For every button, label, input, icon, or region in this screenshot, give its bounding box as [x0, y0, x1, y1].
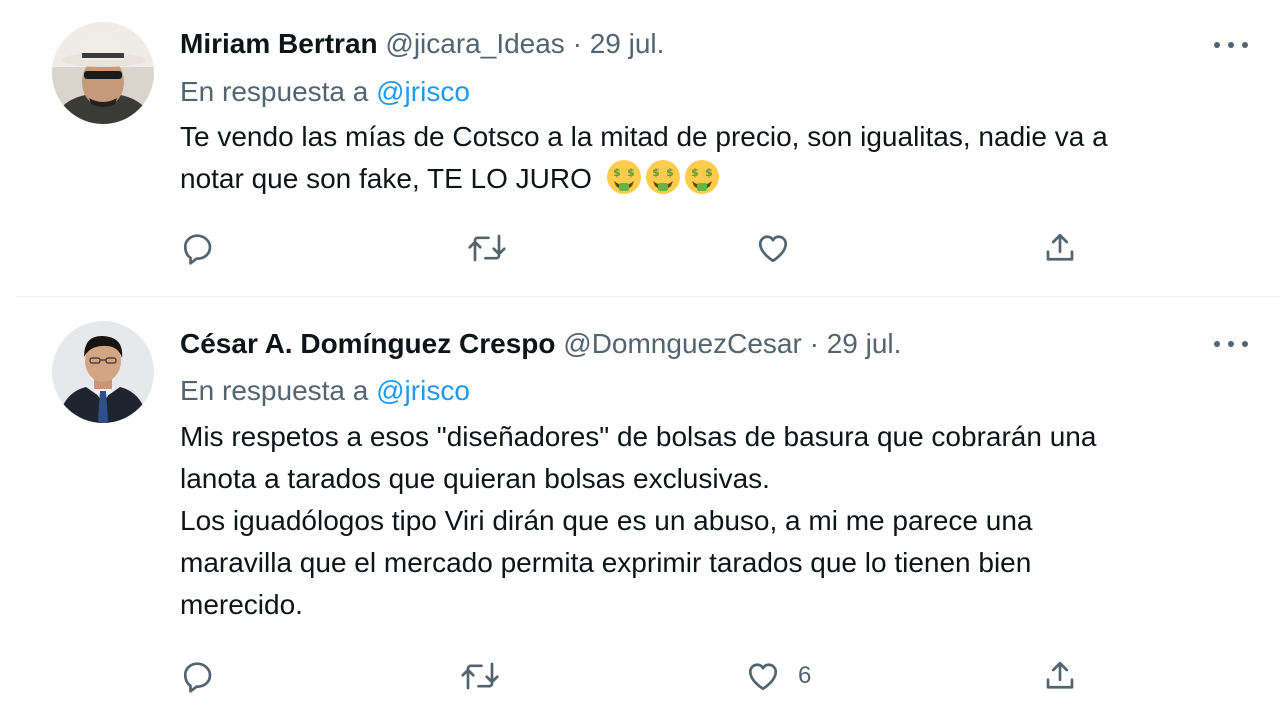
share-icon — [1046, 233, 1074, 261]
reply-icon — [183, 662, 212, 693]
retweet-icon — [468, 234, 506, 262]
reply-icon — [183, 234, 212, 265]
more-options-icon[interactable] — [1214, 38, 1248, 52]
money-mouth-face-icon: $ $ — [606, 160, 641, 194]
author-handle[interactable]: @jicara_Ideas — [385, 28, 564, 59]
reply-prefix: En respuesta a — [180, 76, 369, 107]
share-button[interactable] — [1042, 656, 1078, 696]
tweet-text-line: Mis respetos a esos "diseñadores" de bol… — [180, 421, 1097, 452]
author-handle[interactable]: @DomnguezCesar — [563, 328, 802, 359]
reply-button[interactable] — [180, 656, 216, 696]
tweet-text-line: notar que son fake, TE LO JURO — [180, 163, 592, 194]
tweet-date[interactable]: 29 jul. — [827, 328, 902, 359]
author-name[interactable]: César A. Domínguez Crespo — [180, 328, 555, 359]
tweet-text-line: maravilla que el mercado permita exprimi… — [180, 547, 1032, 578]
reply-mention-link[interactable]: @jrisco — [376, 76, 470, 107]
retweet-button[interactable] — [467, 228, 507, 268]
heart-icon — [748, 663, 778, 691]
tweet-text: Mis respetos a esos "diseñadores" de bol… — [180, 416, 1255, 626]
svg-text:$: $ — [627, 166, 635, 179]
svg-text:$: $ — [666, 166, 674, 179]
tweet-header: Miriam Bertran @jicara_Ideas · 29 jul. — [180, 26, 664, 62]
reply-mention-link[interactable]: @jrisco — [376, 375, 470, 406]
tweet-actions: 6 — [0, 656, 1280, 696]
heart-icon — [758, 235, 788, 263]
separator-dot: · — [572, 28, 582, 59]
tweet-text-line: merecido. — [180, 589, 303, 620]
money-mouth-face-icon: $ $ — [684, 160, 719, 194]
svg-text:$: $ — [691, 166, 699, 179]
author-name[interactable]: Miriam Bertran — [180, 28, 378, 59]
svg-text:$: $ — [705, 166, 713, 179]
svg-text:$: $ — [613, 166, 621, 179]
tweet-text-line-with-emoji: notar que son fake, TE LO JURO $ $ $ $ $ — [180, 158, 1255, 200]
tweet[interactable]: Miriam Bertran @jicara_Ideas · 29 jul. E… — [0, 0, 1280, 296]
tweet-text-line: Los iguadólogos tipo Viri dirán que es u… — [180, 505, 1033, 536]
tweet-text: Te vendo las mías de Cotsco a la mitad d… — [180, 116, 1255, 200]
svg-text:$: $ — [652, 166, 660, 179]
like-button[interactable]: 6 — [744, 656, 811, 696]
retweet-button[interactable] — [460, 656, 500, 696]
reply-context: En respuesta a @jrisco — [180, 373, 470, 409]
reply-prefix: En respuesta a — [180, 375, 369, 406]
like-count: 6 — [798, 662, 812, 689]
retweet-icon — [461, 662, 499, 690]
timeline: Miriam Bertran @jicara_Ideas · 29 jul. E… — [0, 0, 1280, 720]
tweet-text-line: Te vendo las mías de Cotsco a la mitad d… — [180, 121, 1108, 152]
separator-dot: · — [809, 328, 819, 359]
share-icon — [1046, 661, 1074, 689]
share-button[interactable] — [1042, 228, 1078, 268]
avatar[interactable] — [52, 321, 154, 423]
money-mouth-face-icon: $ $ — [645, 160, 680, 194]
avatar[interactable] — [52, 22, 154, 124]
tweet-text-line: lanota a tarados que quieran bolsas excl… — [180, 463, 770, 494]
avatar-image — [52, 321, 154, 423]
avatar-image — [52, 22, 154, 124]
tweet-header: César A. Domínguez Crespo @DomnguezCesar… — [180, 326, 901, 362]
reply-context: En respuesta a @jrisco — [180, 74, 470, 110]
reply-button[interactable] — [180, 228, 216, 268]
tweet-actions — [0, 228, 1280, 268]
tweet-date[interactable]: 29 jul. — [590, 28, 665, 59]
like-button[interactable] — [754, 228, 808, 268]
more-options-icon[interactable] — [1214, 337, 1248, 351]
tweet[interactable]: César A. Domínguez Crespo @DomnguezCesar… — [0, 297, 1280, 720]
